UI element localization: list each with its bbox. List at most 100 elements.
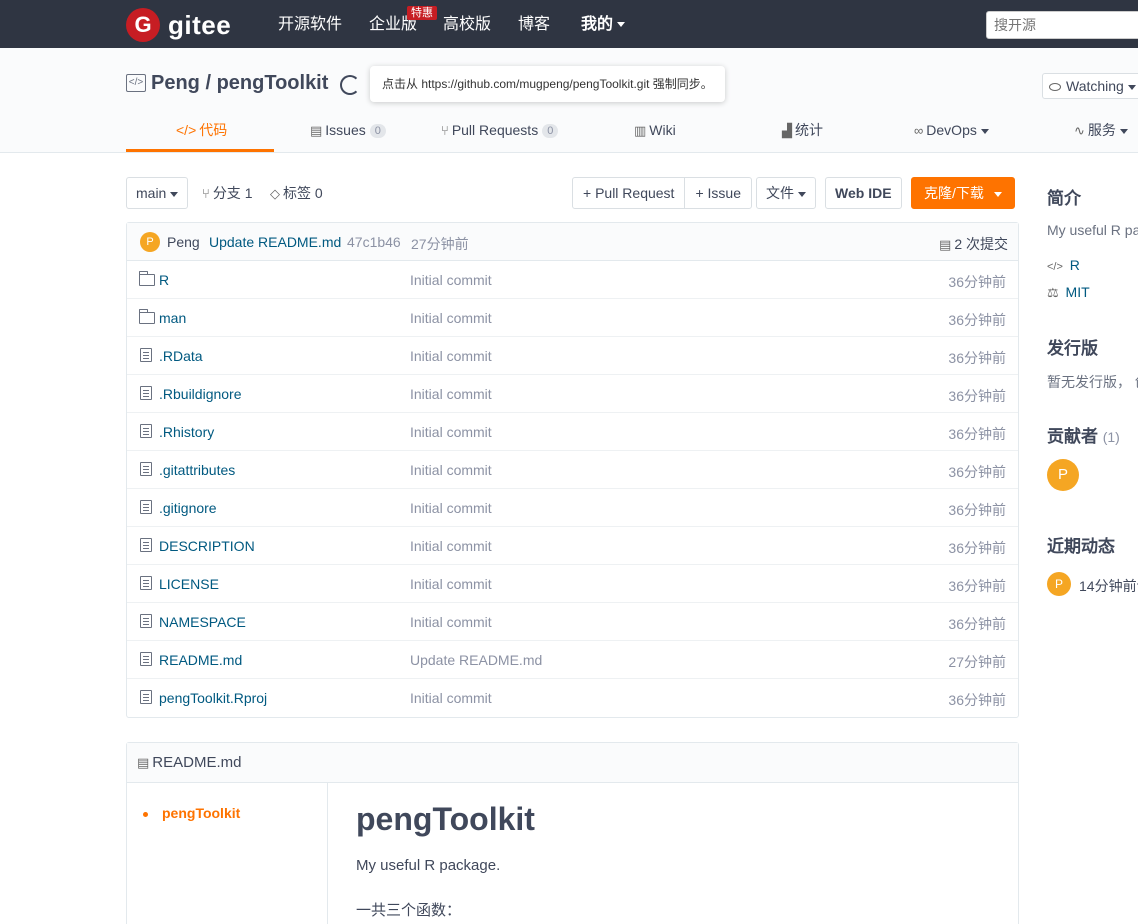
file-menu-button[interactable]: 文件 xyxy=(756,177,816,209)
table-row[interactable]: R Initial commit 36分钟前 xyxy=(127,261,1018,299)
new-pull-request-button[interactable]: + Pull Request xyxy=(573,178,684,208)
tab-pull-requests[interactable]: ⑂ Pull Requests 0 xyxy=(441,121,559,140)
chevron-down-icon xyxy=(170,191,179,197)
intro-text: My useful R pa xyxy=(1047,222,1138,238)
table-row[interactable]: .Rbuildignore Initial commit 36分钟前 xyxy=(127,375,1018,413)
file-name[interactable]: NAMESPACE xyxy=(159,614,246,630)
branch-select[interactable]: main xyxy=(126,177,189,209)
create-button-group: + Pull Request + Issue xyxy=(572,177,752,209)
file-commit-message[interactable]: Initial commit xyxy=(410,386,492,402)
sync-icon[interactable] xyxy=(340,75,360,95)
commit-count-link[interactable]: ▤ 2 次提交 xyxy=(939,234,1008,254)
table-row[interactable]: .Rhistory Initial commit 36分钟前 xyxy=(127,413,1018,451)
table-row[interactable]: DESCRIPTION Initial commit 36分钟前 xyxy=(127,527,1018,565)
commit-author[interactable]: Peng xyxy=(167,234,200,250)
file-commit-message[interactable]: Initial commit xyxy=(410,690,492,706)
table-row[interactable]: .gitignore Initial commit 36分钟前 xyxy=(127,489,1018,527)
web-ide-button[interactable]: Web IDE xyxy=(825,177,902,209)
file-name[interactable]: R xyxy=(159,272,169,288)
table-row[interactable]: NAMESPACE Initial commit 36分钟前 xyxy=(127,603,1018,641)
nav-mine-label: 我的 xyxy=(581,16,614,33)
nav-mine-menu[interactable]: 我的 xyxy=(581,14,626,36)
file-commit-message[interactable]: Initial commit xyxy=(410,614,492,630)
file-commit-message[interactable]: Initial commit xyxy=(410,500,492,516)
tab-services[interactable]: ∿ 服务 xyxy=(1074,121,1128,140)
avatar[interactable]: P xyxy=(1047,572,1071,596)
language-link[interactable]: </> R xyxy=(1047,257,1080,273)
file-icon xyxy=(140,386,152,400)
folder-icon xyxy=(139,271,155,286)
file-name[interactable]: .Rbuildignore xyxy=(159,386,242,402)
code-icon: </> xyxy=(176,122,197,138)
file-name[interactable]: LICENSE xyxy=(159,576,219,592)
file-commit-message[interactable]: Initial commit xyxy=(410,348,492,364)
infinity-icon: ∞ xyxy=(914,123,924,138)
nav-blog[interactable]: 博客 xyxy=(518,14,550,36)
gitee-logo[interactable]: G gitee xyxy=(126,8,231,42)
readme-paragraph: My useful R package. xyxy=(356,857,501,874)
tags-link[interactable]: ◇ 标签 0 xyxy=(270,184,323,203)
branches-label: 分支 1 xyxy=(212,185,253,201)
toc-item[interactable]: pengToolkit xyxy=(143,805,240,821)
table-row[interactable]: README.md Update README.md 27分钟前 xyxy=(127,641,1018,679)
tab-issues[interactable]: ▤ Issues 0 xyxy=(310,121,386,140)
file-commit-message[interactable]: Initial commit xyxy=(410,424,492,440)
active-tab-indicator xyxy=(126,149,274,152)
branch-select-label: main xyxy=(136,185,167,201)
clone-download-button[interactable]: 克隆/下载 xyxy=(911,177,1015,209)
file-icon xyxy=(140,576,152,590)
file-icon xyxy=(140,424,152,438)
contributors-count: (1) xyxy=(1102,429,1120,445)
issues-count: 0 xyxy=(369,124,386,138)
eye-icon xyxy=(1049,83,1061,92)
file-commit-message[interactable]: Initial commit xyxy=(410,272,492,288)
file-name[interactable]: .gitignore xyxy=(159,500,217,516)
tab-devops[interactable]: ∞ DevOps xyxy=(914,121,989,140)
file-commit-time: 36分钟前 xyxy=(948,312,1006,328)
file-name[interactable]: .gitattributes xyxy=(159,462,235,478)
table-row[interactable]: .RData Initial commit 36分钟前 xyxy=(127,337,1018,375)
repo-title[interactable]: Peng / pengToolkit xyxy=(151,72,328,95)
code-icon: </> xyxy=(1047,261,1063,273)
nav-open-source[interactable]: 开源软件 xyxy=(278,14,342,36)
file-commit-time: 36分钟前 xyxy=(948,464,1006,480)
file-name[interactable]: DESCRIPTION xyxy=(159,538,255,554)
table-row[interactable]: man Initial commit 36分钟前 xyxy=(127,299,1018,337)
clone-download-label: 克隆/下载 xyxy=(924,185,984,201)
branch-icon: ⑂ xyxy=(202,186,210,201)
file-name[interactable]: man xyxy=(159,310,186,326)
tab-issues-label: Issues xyxy=(325,122,366,138)
tab-stats[interactable]: ▟ 统计 xyxy=(782,121,823,140)
file-commit-message[interactable]: Update README.md xyxy=(410,652,542,668)
file-name[interactable]: .RData xyxy=(159,348,203,364)
table-row[interactable]: LICENSE Initial commit 36分钟前 xyxy=(127,565,1018,603)
avatar[interactable]: P xyxy=(1047,459,1079,491)
file-commit-message[interactable]: Initial commit xyxy=(410,576,492,592)
search-input[interactable] xyxy=(986,11,1138,39)
activity-text: 14分钟前创 xyxy=(1079,578,1138,594)
file-commit-message[interactable]: Initial commit xyxy=(410,462,492,478)
file-name[interactable]: README.md xyxy=(159,652,242,668)
tab-wiki[interactable]: ▥ Wiki xyxy=(634,121,676,140)
tab-code[interactable]: </> 代码 xyxy=(176,121,227,139)
file-name[interactable]: .Rhistory xyxy=(159,424,214,440)
commit-sha[interactable]: 47c1b46 xyxy=(347,234,401,250)
table-row[interactable]: .gitattributes Initial commit 36分钟前 xyxy=(127,451,1018,489)
license-link[interactable]: ⚖ MIT xyxy=(1047,284,1090,301)
file-commit-time: 36分钟前 xyxy=(948,692,1006,708)
readme-toc: pengToolkit xyxy=(127,783,328,924)
table-row[interactable]: pengToolkit.Rproj Initial commit 36分钟前 xyxy=(127,679,1018,717)
history-icon: ▤ xyxy=(939,237,952,252)
watch-button[interactable]: Watching xyxy=(1042,73,1138,99)
pulse-icon: ∿ xyxy=(1074,123,1085,138)
branches-link[interactable]: ⑂ 分支 1 xyxy=(202,184,253,203)
commit-message[interactable]: Update README.md xyxy=(209,234,341,250)
file-name[interactable]: pengToolkit.Rproj xyxy=(159,690,267,706)
nav-education[interactable]: 高校版 xyxy=(443,14,491,36)
file-commit-time: 36分钟前 xyxy=(948,616,1006,632)
avatar[interactable]: P xyxy=(140,232,160,252)
file-icon xyxy=(140,614,152,628)
new-issue-button[interactable]: + Issue xyxy=(684,178,751,208)
file-commit-message[interactable]: Initial commit xyxy=(410,538,492,554)
file-commit-message[interactable]: Initial commit xyxy=(410,310,492,326)
